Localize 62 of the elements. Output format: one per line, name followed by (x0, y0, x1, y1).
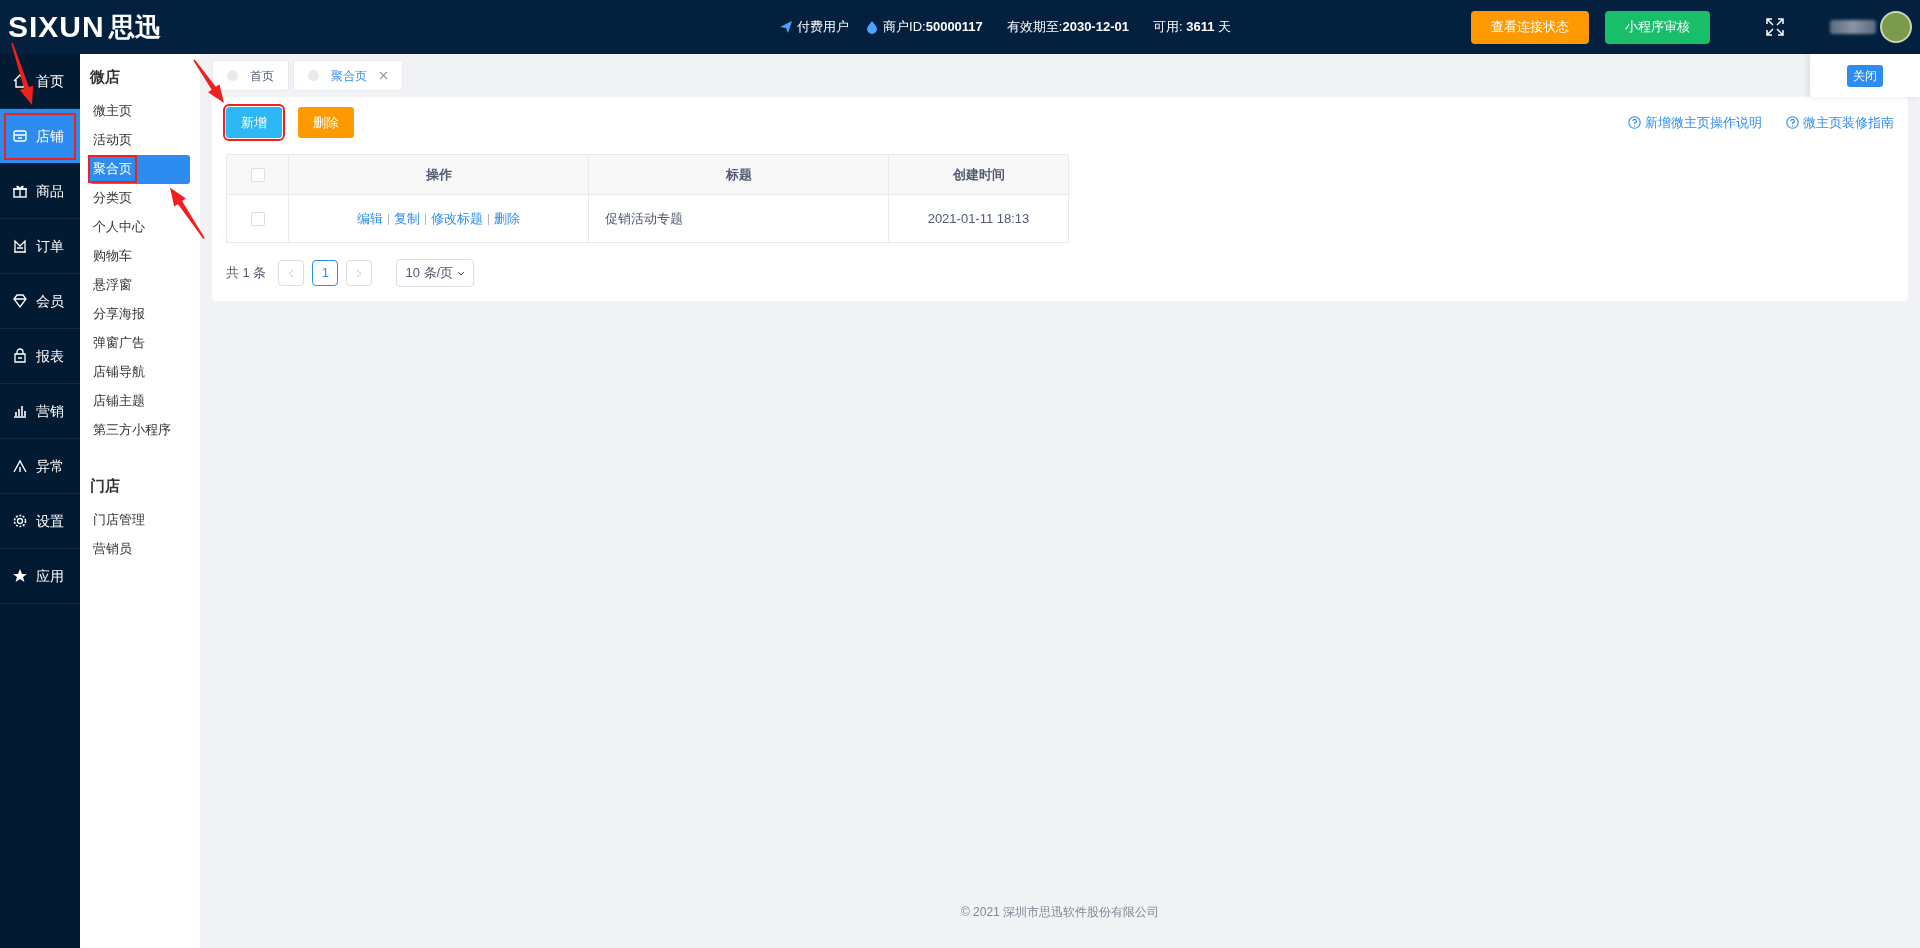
table-cell: 促销活动专题 (605, 210, 683, 226)
row-checkbox[interactable] (250, 212, 265, 227)
help-icon[interactable] (1786, 116, 1799, 129)
help-icon[interactable] (1628, 116, 1641, 129)
user-type: 付费用户 (797, 18, 850, 37)
action-link[interactable]: 编辑 (357, 210, 383, 226)
submenu-item[interactable]: 个人中心 (90, 212, 190, 242)
drop-icon (865, 20, 880, 34)
column-header: 创建时间 (952, 166, 1005, 182)
annotation-arrow (193, 59, 224, 103)
gift-icon (12, 183, 28, 199)
column-header: 操作 (425, 166, 452, 182)
receipt-icon (12, 238, 28, 254)
submenu-item[interactable]: 门店管理 (90, 505, 190, 534)
select-all-checkbox[interactable] (250, 168, 265, 183)
expiry-date: 有效期至:2030-12-01 (1006, 18, 1129, 37)
table-cell: 2021-01-11 18:13 (927, 210, 1030, 226)
annotation-arrow (11, 42, 34, 105)
caret-icon (457, 270, 466, 276)
peak-icon (12, 458, 28, 474)
avatar[interactable] (1880, 11, 1912, 43)
blurred-name (1830, 20, 1876, 34)
action-link[interactable]: 复制 (394, 210, 420, 226)
logo-text: 思迅 (108, 14, 161, 40)
total-count: 共 1 条 (226, 264, 267, 283)
merchant-id: 商户ID:50000117 (883, 18, 983, 37)
submenu-item[interactable]: 店铺导航 (90, 357, 190, 387)
submenu-item[interactable]: 活动页 (90, 125, 190, 155)
column-header: 标题 (725, 166, 752, 182)
bar-chart-icon (12, 403, 28, 419)
help-link[interactable]: 新增微主页操作说明 (1628, 112, 1762, 133)
basket-icon (12, 348, 28, 364)
action-link[interactable]: 修改标题 (431, 210, 483, 226)
submenu-heading: 门店 (90, 475, 121, 496)
store-icon (12, 128, 28, 144)
submenu-item[interactable]: 悬浮窗 (90, 270, 190, 300)
logo-text: SIXUN (8, 12, 105, 42)
annotation-arrow (170, 187, 205, 239)
chevron-left-icon (288, 268, 295, 278)
close-icon[interactable] (379, 71, 388, 80)
submenu-item[interactable]: 购物车 (90, 241, 190, 271)
chevron-right-icon (356, 268, 363, 278)
diamond-icon (12, 293, 28, 309)
fullscreen-icon[interactable] (1766, 18, 1784, 36)
submenu-item[interactable]: 弹窗广告 (90, 328, 190, 358)
tab[interactable]: 聚合页 (293, 60, 403, 91)
footer-text: © 2021 深圳市思迅软件股份有限公司 (960, 904, 1160, 919)
submenu-item[interactable]: 营销员 (90, 534, 190, 563)
submenu-item[interactable]: 微主页 (90, 96, 190, 126)
star-icon (12, 568, 28, 584)
available-days: 可用: 3611 天 (1152, 17, 1231, 37)
help-link[interactable]: 微主页装修指南 (1786, 112, 1894, 133)
submenu-item[interactable]: 店铺主题 (90, 386, 190, 416)
tab[interactable]: 首页 (212, 60, 289, 91)
page-size-select[interactable]: 10 条/页 (396, 259, 475, 287)
action-link[interactable]: 删除 (494, 210, 520, 226)
submenu-item[interactable]: 分享海报 (90, 299, 190, 329)
submenu-item[interactable]: 第三方小程序 (90, 415, 190, 445)
submenu-heading: 微店 (90, 67, 121, 87)
submenu-item[interactable]: 分类页 (90, 183, 190, 213)
paper-plane-icon (779, 20, 794, 34)
settings-icon (12, 513, 28, 529)
